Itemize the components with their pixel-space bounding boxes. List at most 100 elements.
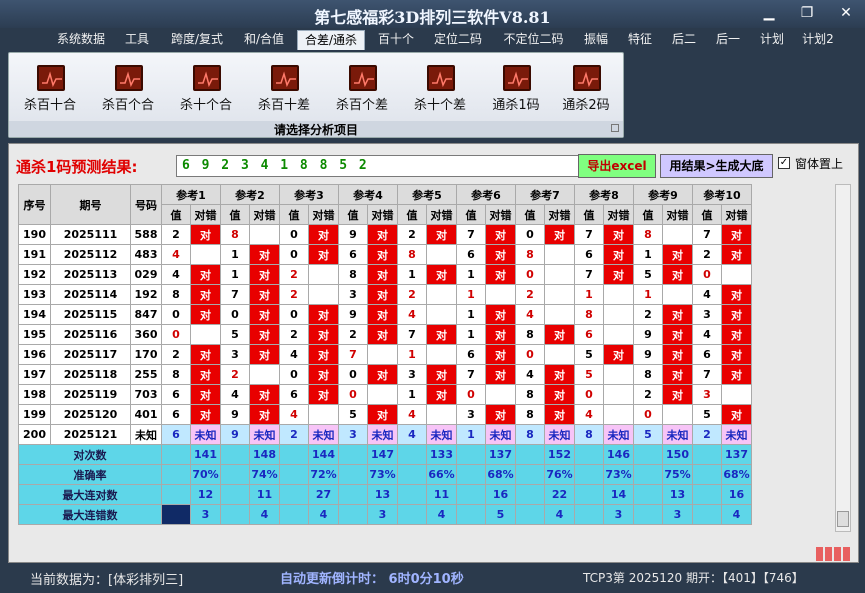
cell-value: 4 [279, 344, 309, 365]
pending-result: 未知 [367, 424, 398, 445]
maximize-button[interactable]: ❐ [793, 4, 821, 22]
cell-result: 对 [721, 324, 752, 345]
stats-spacer [338, 484, 368, 505]
cell-result: 对 [308, 364, 339, 385]
row-index: 194 [18, 304, 51, 325]
table-row[interactable]: 196 2025117 170 2 对 3 对 4 对 7 1 6 对 0 5 对 9 对 6 对 [18, 344, 752, 365]
stats-row: 最大连对数 12 11 27 13 11 16 22 14 13 16 [18, 484, 752, 505]
stats-row: 最大连错数 3 4 4 3 4 5 4 3 3 4 [18, 504, 752, 525]
cell-result [249, 224, 280, 245]
cell-value: 2 [633, 304, 663, 325]
cell-result: 对 [603, 344, 634, 365]
ribbon-button[interactable]: 杀百个合 [91, 65, 165, 117]
ribbon-button[interactable]: 通杀1码 [479, 65, 553, 117]
pending-row[interactable]: 200 2025121 未知 6 未知 9 未知 2 未知 3 未知 4 未知 1 未知 8 未知 8 未知 5 未知 2… [18, 424, 752, 445]
cell-result: 对 [485, 404, 516, 425]
row-number: 029 [130, 264, 162, 285]
prediction-result-field[interactable]: 6 9 2 3 4 1 8 8 5 2 [176, 155, 586, 177]
table-row[interactable]: 194 2025115 847 0 对 0 对 0 对 9 对 4 1 对 4 8 2 对 3 对 [18, 304, 752, 325]
pending-result: 未知 [721, 424, 752, 445]
menu-item[interactable]: 计划 [754, 30, 790, 50]
topmost-checkbox[interactable]: ✓ [778, 157, 790, 169]
menu-item[interactable]: 合差/通杀 [297, 30, 365, 50]
cell-result: 对 [190, 344, 221, 365]
stats-spacer [161, 464, 191, 485]
stats-value: 73% [367, 464, 398, 485]
value-subheader: 值 [633, 204, 663, 225]
table-row[interactable]: 192 2025113 029 4 对 1 对 2 8 对 1 对 1 对 0 7 对 5 对 0 [18, 264, 752, 285]
ribbon-button[interactable]: 通杀2码 [549, 65, 623, 117]
row-period: 2025112 [50, 244, 131, 265]
table-row[interactable]: 191 2025112 483 4 1 对 0 对 6 对 8 6 对 8 6 对 1 对 2 对 [18, 244, 752, 265]
export-excel-button[interactable]: 导出excel [578, 154, 656, 178]
cell-value: 2 [515, 284, 545, 305]
cell-value: 6 [574, 324, 604, 345]
cell-result [426, 284, 457, 305]
cell-result: 对 [249, 324, 280, 345]
menu-item[interactable]: 后二 [665, 30, 703, 50]
cell-result [485, 384, 516, 405]
row-number: 170 [130, 344, 162, 365]
cell-value: 4 [692, 284, 722, 305]
minimize-button[interactable]: ▁ [755, 4, 783, 22]
cell-value: 2 [692, 244, 722, 265]
ribbon-button[interactable]: 杀十个差 [403, 65, 477, 117]
menu-item[interactable]: 工具 [118, 30, 156, 50]
menu-item[interactable]: 系统数据 [50, 30, 112, 50]
cell-result: 对 [603, 244, 634, 265]
cell-result: 对 [367, 244, 398, 265]
value-subheader: 值 [456, 204, 486, 225]
ribbon-button[interactable]: 杀十个合 [169, 65, 243, 117]
stats-label: 准确率 [18, 464, 162, 485]
table-row[interactable]: 193 2025114 192 8 对 7 对 2 3 对 2 1 2 1 1 4 对 [18, 284, 752, 305]
menu-bar: 系统数据 工具 跨度/复式 和/合值 合差/通杀 百十个 定位二码 不定位二码 振幅 特征 后二 后一… [0, 28, 865, 50]
cell-result: 对 [190, 384, 221, 405]
stats-spacer [692, 504, 722, 525]
close-button[interactable]: ✕ [832, 4, 860, 22]
ribbon-button[interactable]: 杀百个差 [325, 65, 399, 117]
stats-value: 4 [721, 504, 752, 525]
ribbon-button-label: 杀百个合 [101, 98, 154, 113]
menu-item[interactable]: 不定位二码 [496, 30, 571, 50]
menu-item[interactable]: 定位二码 [427, 30, 489, 50]
ribbon-button[interactable]: 杀百十差 [247, 65, 321, 117]
menu-item[interactable]: 特征 [621, 30, 659, 50]
trend-chart-icon [193, 65, 221, 91]
cell-result [603, 324, 634, 345]
stats-spacer [397, 504, 427, 525]
cell-value: 0 [515, 344, 545, 365]
menu-item[interactable]: 计划2 [795, 30, 841, 50]
cell-value: 7 [456, 224, 486, 245]
stats-value: 133 [426, 444, 457, 465]
row-index: 197 [18, 364, 51, 385]
ribbon-button-label: 通杀2码 [562, 98, 610, 113]
vertical-scrollbar[interactable] [835, 184, 851, 532]
update-countdown: 自动更新倒计时： 6时0分10秒 [280, 572, 464, 587]
cell-result: 对 [308, 384, 339, 405]
table-row[interactable]: 190 2025111 588 2 对 8 0 对 9 对 2 对 7 对 0 对 7 对 8 7 对 [18, 224, 752, 245]
cell-value: 7 [574, 264, 604, 285]
menu-item[interactable]: 跨度/复式 [163, 30, 231, 50]
menu-item[interactable]: 和/合值 [237, 30, 291, 50]
cell-value: 9 [338, 224, 368, 245]
cell-result: 对 [662, 244, 693, 265]
cell-result: 对 [662, 384, 693, 405]
stats-value: 150 [662, 444, 693, 465]
cell-result: 对 [249, 244, 280, 265]
ribbon-button[interactable]: 杀百十合 [13, 65, 87, 117]
generate-base-button[interactable]: 用结果>生成大底 [660, 154, 773, 178]
row-index: 190 [18, 224, 51, 245]
table-row[interactable]: 197 2025118 255 8 对 2 0 对 0 对 3 对 7 对 4 对 5 8 对 7 对 [18, 364, 752, 385]
cell-value: 2 [633, 384, 663, 405]
ribbon-expand-icon[interactable] [611, 124, 619, 132]
menu-item[interactable]: 振幅 [577, 30, 615, 50]
menu-item[interactable]: 百十个 [372, 30, 420, 50]
menu-item[interactable]: 后一 [709, 30, 747, 50]
table-row[interactable]: 195 2025116 360 0 5 对 2 对 2 对 7 对 1 对 8 对 6 9 对 4 对 [18, 324, 752, 345]
cell-result: 对 [544, 404, 575, 425]
stats-spacer [161, 484, 191, 505]
cell-result: 对 [721, 304, 752, 325]
table-row[interactable]: 198 2025119 703 6 对 4 对 6 对 0 1 对 0 8 对 0 2 对 3 [18, 384, 752, 405]
table-row[interactable]: 199 2025120 401 6 对 9 对 4 5 对 4 3 对 8 对 4 0 5 对 [18, 404, 752, 425]
scrollbar-thumb[interactable] [837, 511, 849, 527]
